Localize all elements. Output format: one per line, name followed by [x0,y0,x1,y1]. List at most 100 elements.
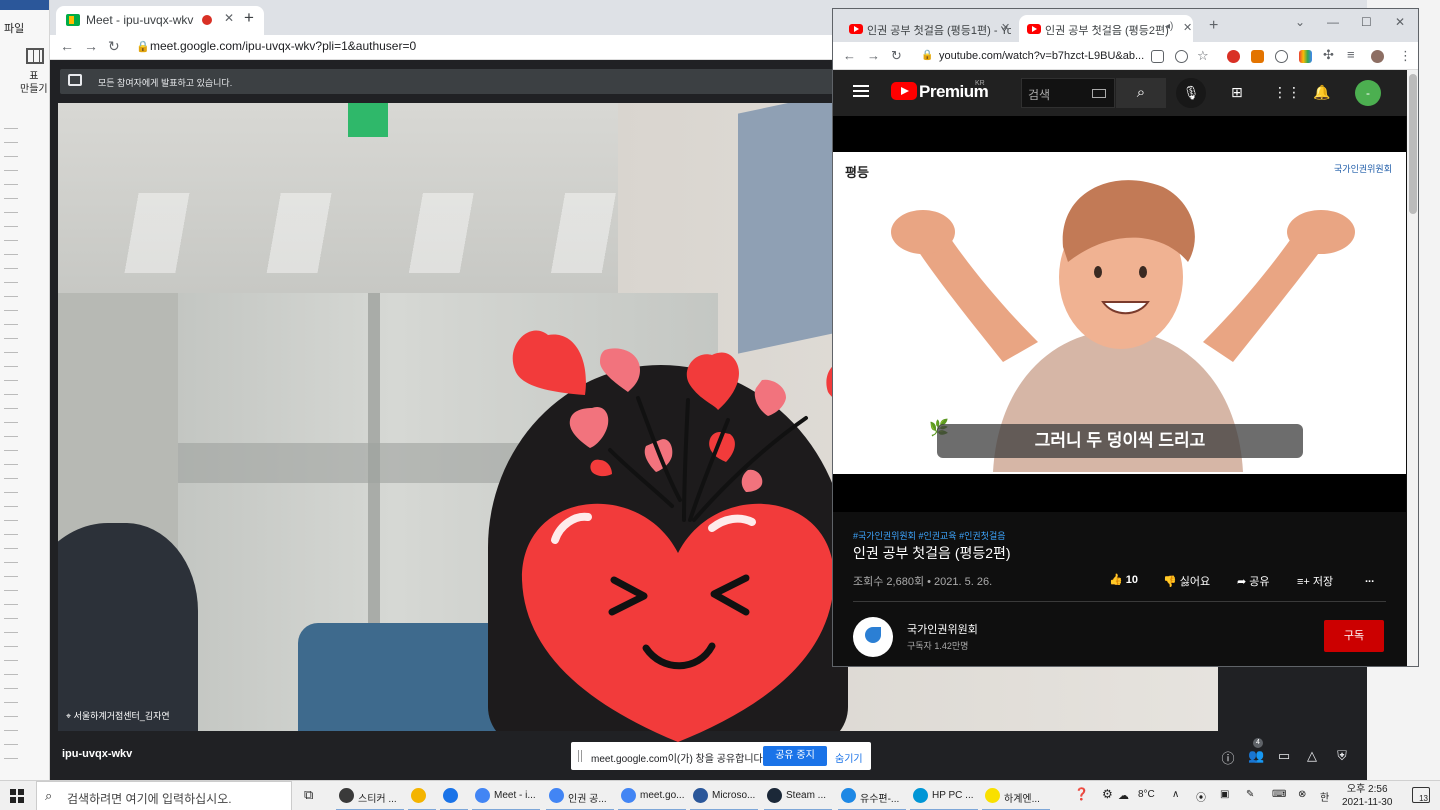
extension-icon[interactable] [1227,50,1240,63]
taskbar-app-button[interactable]: 스티커 ... [336,781,404,810]
media-control-icon[interactable]: ≡ [1347,47,1355,62]
video-player[interactable]: 평등 국가인권위원회 🌿 그러니 두 덩이씩 드리고 [833,116,1406,512]
audio-playing-icon[interactable]: ◂) [1165,21,1173,32]
people-icon[interactable]: 👥 [1248,748,1264,764]
window-close-icon[interactable]: ✕ [1395,15,1405,29]
yt-url-field[interactable]: youtube.com/watch?v=b7hzct-L9BU&ab... [939,50,1144,62]
taskbar-app-button[interactable] [440,781,468,810]
pin-icon[interactable]: ⌖ [66,711,74,721]
taskbar-app-button[interactable] [408,781,436,810]
reload-icon[interactable]: ↻ [108,38,120,55]
channel-avatar[interactable] [853,617,893,657]
info-icon[interactable]: ⓘ [1220,748,1236,766]
search-icon: ⌕ [45,788,53,803]
taskbar-app-button[interactable]: Steam ... [764,781,832,810]
clock-time: 오후 2:56 [1346,784,1388,795]
taskbar-app-button[interactable]: 인권 공... [546,781,614,810]
zoom-icon[interactable] [1175,50,1188,63]
tray-app-icon[interactable]: ⦿ [1196,789,1206,804]
back-icon[interactable]: ← [60,38,74,54]
mute-icon[interactable]: ⊗ [1298,789,1306,800]
taskbar-app-button[interactable]: Microso... [690,781,758,810]
apps-grid-icon[interactable]: ⋮⋮ [1273,84,1301,101]
save-button[interactable]: ≡+ 저장 [1297,573,1333,589]
tab-youtube-1[interactable]: 인권 공부 첫걸음 (평등1편) - Yo [841,15,1011,42]
taskbar-app-button[interactable]: 유수편-... [838,781,906,810]
lock-icon[interactable]: 🔒 [136,40,150,53]
channel-name[interactable]: 국가인권위원회 [907,621,978,637]
menu-icon[interactable]: ⋮ [1399,48,1412,64]
chat-icon[interactable]: ▭ [1276,748,1292,764]
tab-search-icon[interactable]: ⌄ [1295,15,1305,29]
new-tab-icon[interactable]: + [1209,17,1218,35]
lock-icon[interactable]: 🔒 [921,50,933,61]
close-icon[interactable]: ✕ [1183,21,1192,34]
close-icon[interactable]: ✕ [1001,21,1010,34]
keyboard-icon[interactable] [1092,89,1106,98]
hide-button[interactable]: 숨기기 [835,750,863,765]
temperature[interactable]: 8°C [1138,789,1155,800]
app-icon [767,788,782,803]
activities-icon[interactable]: △ [1304,748,1320,764]
back-icon[interactable]: ← [843,48,856,63]
extension-icon[interactable] [1251,50,1264,63]
tab-meet[interactable]: Meet - ipu-uvqx-wkv ✕ [56,6,264,35]
reload-icon[interactable]: ↻ [891,48,902,64]
forward-icon[interactable]: → [84,38,98,54]
profile-avatar[interactable] [1371,50,1384,63]
settings-icon[interactable]: ⚙ [1102,787,1113,801]
windows-start-icon[interactable] [10,789,24,803]
taskbar-app-button[interactable]: meet.go... [618,781,686,810]
youtube-logo-icon[interactable] [891,82,917,100]
bookmark-star-icon[interactable]: ☆ [1197,48,1209,64]
taskbar-app-button[interactable]: HP PC ... [910,781,978,810]
ime-indicator[interactable]: 한 [1320,789,1329,804]
pen-icon[interactable]: ✎ [1246,789,1254,800]
stop-sharing-button[interactable]: 공유 중지 [763,746,827,766]
search-icon[interactable]: ⌕ [1116,78,1166,108]
install-icon[interactable] [1151,50,1164,63]
more-actions-icon[interactable]: ... [1365,573,1374,585]
extension-icon[interactable] [1299,50,1312,63]
like-button[interactable]: 👍 10 [1109,573,1138,586]
extensions-puzzle-icon[interactable]: ✣ [1323,47,1334,63]
page-scrollbar[interactable] [1407,70,1418,666]
scrollbar-thumb[interactable] [1409,74,1417,214]
bulletin-board [738,103,838,354]
help-icon[interactable]: ❓ [1074,787,1089,801]
taskbar-app-button[interactable]: 하계엔... [982,781,1050,810]
tray-expand-icon[interactable]: ∧ [1172,789,1179,800]
microphone-icon[interactable]: 🎙 [1176,78,1206,108]
video-hashtags[interactable]: #국가인권위원회 #인권교육 #인권첫걸음 [853,529,1006,542]
notification-center-icon[interactable]: 13 [1412,787,1430,803]
translate-icon[interactable] [1275,50,1288,63]
maximize-icon[interactable]: ☐ [1361,15,1372,29]
drag-handle-icon[interactable] [578,750,582,762]
table-icon[interactable] [26,48,44,64]
word-table-button[interactable]: 표 만들기 [20,70,48,96]
new-tab-icon[interactable]: + [244,8,254,28]
clock[interactable]: 오후 2:56 2021-11-30 [1342,783,1392,809]
task-view-icon[interactable]: ⧉ [304,787,313,803]
weather-icon[interactable]: ☁ [1118,789,1129,802]
forward-icon[interactable]: → [867,48,880,63]
close-icon[interactable]: ✕ [224,11,234,25]
taskbar-app-label: meet.go... [640,790,685,801]
host-controls-icon[interactable]: ⛨ [1334,748,1350,764]
like-count: 10 [1125,574,1139,586]
word-file-menu[interactable]: 파일 [4,20,24,36]
keyboard-icon[interactable]: ⌨ [1272,789,1286,800]
url-field[interactable]: meet.google.com/ipu-uvqx-wkv?pli=1&authu… [150,39,416,53]
taskbar-search-input[interactable]: ⌕ 검색하려면 여기에 입력하십시오. [36,781,292,810]
yt-search-input[interactable]: 검색 [1021,78,1115,108]
dislike-button[interactable]: 👎 싫어요 [1163,573,1210,589]
taskbar-app-button[interactable]: Meet - i... [472,781,540,810]
share-button[interactable]: ➦ 공유 [1237,573,1270,589]
account-avatar[interactable]: - [1355,80,1381,106]
tray-app-icon[interactable]: ▣ [1220,789,1229,800]
minimize-icon[interactable]: — [1327,15,1339,29]
notifications-bell-icon[interactable]: 🔔 [1313,84,1330,101]
hamburger-icon[interactable] [853,85,869,97]
create-video-icon[interactable]: ⊞ [1231,84,1243,101]
subscribe-button[interactable]: 구독 [1324,620,1384,652]
